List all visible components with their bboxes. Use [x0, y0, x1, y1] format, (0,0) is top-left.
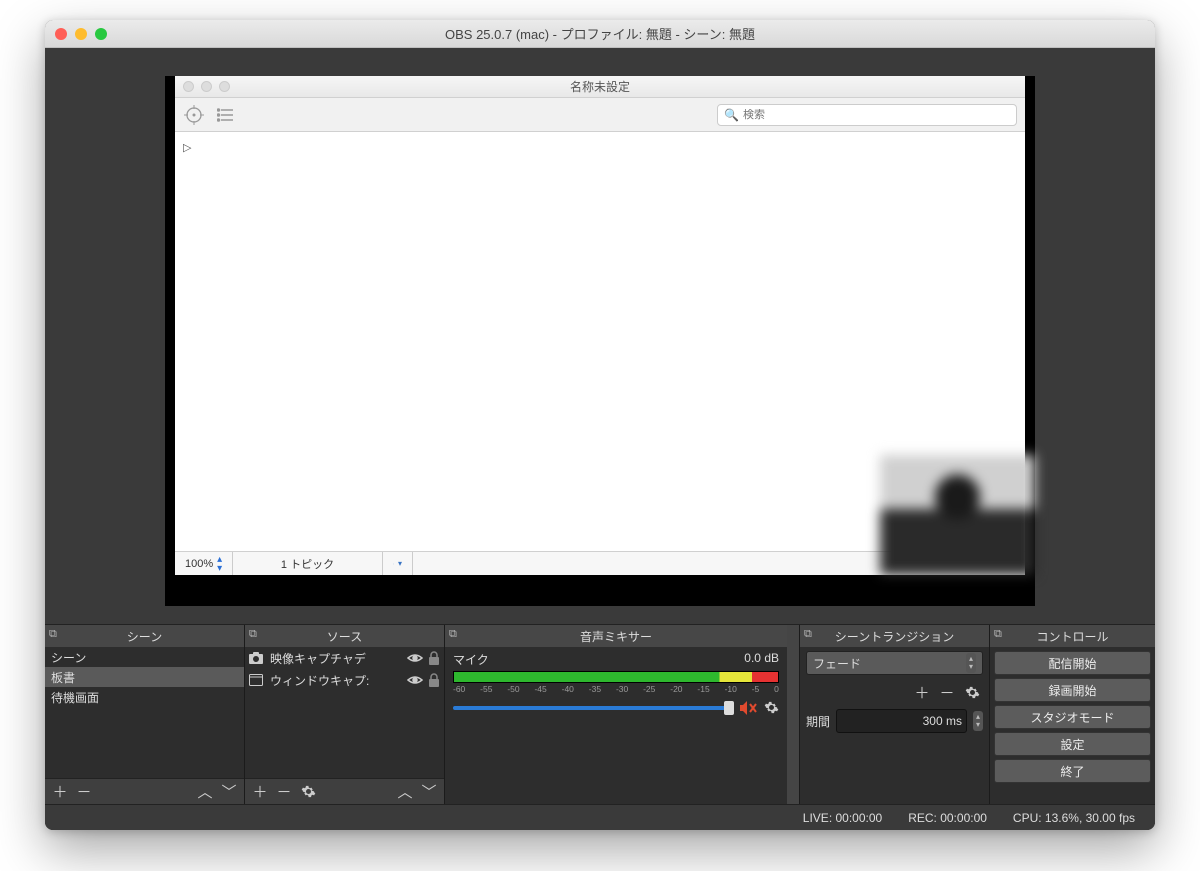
transition-select[interactable]: フェード ▴▾: [806, 651, 983, 675]
start-stream-button[interactable]: 配信開始: [994, 651, 1151, 675]
lock-icon[interactable]: [428, 673, 440, 687]
app-window: OBS 25.0.7 (mac) - プロファイル: 無題 - シーン: 無題 …: [45, 20, 1155, 830]
statusbar: LIVE: 00:00:00 REC: 00:00:00 CPU: 13.6%,…: [45, 804, 1155, 830]
preview-area: 名称未設定 🔍: [45, 48, 1155, 624]
channel-name: マイク: [453, 651, 489, 668]
panel-popout-icon[interactable]: ⧉: [449, 628, 457, 641]
remove-button[interactable]: －: [936, 681, 958, 703]
source-item[interactable]: ウィンドウキャプ:: [245, 669, 444, 691]
scenes-list[interactable]: シーン板書待機画面: [45, 647, 244, 778]
move-down-button[interactable]: ﹀: [418, 781, 440, 803]
docks-row: ⧉ シーン シーン板書待機画面 ＋ － ︿ ﹀ ⧉ ソース 映像キャプチ: [45, 624, 1155, 804]
window-title: OBS 25.0.7 (mac) - プロファイル: 無題 - シーン: 無題: [45, 24, 1155, 43]
scenes-panel: ⧉ シーン シーン板書待機画面 ＋ － ︿ ﹀: [45, 625, 245, 804]
scenes-title: シーン: [127, 628, 162, 645]
add-button[interactable]: ＋: [249, 781, 271, 803]
status-cpu: CPU: 13.6%, 30.00 fps: [1013, 811, 1135, 825]
settings-button[interactable]: 設定: [994, 732, 1151, 756]
source-label: 映像キャプチャデ: [270, 650, 366, 667]
mixer-title: 音声ミキサー: [580, 628, 652, 645]
disclosure-triangle-icon: ▷: [183, 142, 191, 154]
controls-panel: ⧉ コントロール 配信開始録画開始スタジオモード設定終了: [990, 625, 1155, 804]
transitions-title: シーントランジション: [835, 628, 954, 645]
status-rec: REC: 00:00:00: [908, 811, 987, 825]
transitions-panel: ⧉ シーントランジション フェード ▴▾ ＋ －: [800, 625, 990, 804]
duration-input[interactable]: 300 ms: [836, 709, 967, 733]
panel-popout-icon[interactable]: ⧉: [994, 628, 1002, 641]
titlebar[interactable]: OBS 25.0.7 (mac) - プロファイル: 無題 - シーン: 無題: [45, 20, 1155, 48]
sources-title: ソース: [327, 628, 362, 645]
list-icon: [215, 104, 237, 126]
source-item[interactable]: 映像キャプチャデ: [245, 647, 444, 669]
panel-popout-icon[interactable]: ⧉: [804, 628, 812, 641]
topic-cell: 1 トピック: [233, 552, 383, 575]
captured-titlebar: 名称未設定: [175, 76, 1025, 98]
target-icon: [183, 104, 205, 126]
captured-toolbar: 🔍: [175, 98, 1025, 132]
panel-popout-icon[interactable]: ⧉: [249, 628, 257, 641]
mixer-panel: ⧉ 音声ミキサー マイク 0.0 dB -60-55-50-45-40-35-3…: [445, 625, 800, 804]
meter-ticks: -60-55-50-45-40-35-30-25-20-15-10-50: [453, 684, 779, 694]
start-record-button[interactable]: 録画開始: [994, 678, 1151, 702]
search-icon: 🔍: [724, 108, 739, 122]
search-input[interactable]: [743, 109, 1010, 121]
channel-settings-icon[interactable]: [764, 700, 779, 715]
controls-title: コントロール: [1036, 628, 1108, 645]
status-live: LIVE: 00:00:00: [803, 811, 882, 825]
book-icon: ▾: [383, 552, 413, 575]
scene-item[interactable]: シーン: [45, 647, 244, 667]
camera-icon: [249, 652, 265, 664]
captured-title: 名称未設定: [175, 78, 1025, 95]
move-up-button[interactable]: ︿: [194, 781, 216, 803]
mute-icon[interactable]: [740, 701, 758, 715]
add-button[interactable]: ＋: [49, 781, 71, 803]
scene-item[interactable]: 待機画面: [45, 687, 244, 707]
add-button[interactable]: ＋: [911, 681, 933, 703]
properties-button[interactable]: [297, 781, 319, 803]
stepper-icon: ▴▾: [217, 555, 222, 573]
volume-slider[interactable]: [453, 706, 734, 710]
exit-button[interactable]: 終了: [994, 759, 1151, 783]
window-icon: [249, 674, 265, 686]
move-down-button[interactable]: ﹀: [218, 781, 240, 803]
camera-pip: [880, 455, 1035, 575]
content-area: 名称未設定 🔍: [45, 48, 1155, 830]
lock-icon[interactable]: [428, 651, 440, 665]
channel-db: 0.0 dB: [744, 651, 779, 668]
transition-settings-icon[interactable]: [961, 681, 983, 703]
remove-button[interactable]: －: [273, 781, 295, 803]
source-label: ウィンドウキャプ:: [270, 672, 369, 689]
audio-meter: [453, 671, 779, 683]
mixer-scrollbar[interactable]: [787, 625, 799, 804]
visibility-icon[interactable]: [407, 674, 423, 686]
preview-canvas[interactable]: 名称未設定 🔍: [165, 76, 1035, 606]
visibility-icon[interactable]: [407, 652, 423, 664]
panel-popout-icon[interactable]: ⧉: [49, 628, 57, 641]
mixer-channel: マイク 0.0 dB -60-55-50-45-40-35-30-25-20-1…: [445, 647, 787, 719]
search-field: 🔍: [717, 104, 1017, 126]
move-up-button[interactable]: ︿: [394, 781, 416, 803]
remove-button[interactable]: －: [73, 781, 95, 803]
stepper-icon[interactable]: ▴▾: [973, 711, 983, 731]
zoom-selector: 100% ▴▾: [175, 552, 233, 575]
sources-panel: ⧉ ソース 映像キャプチャデウィンドウキャプ: ＋ － ︿ ﹀: [245, 625, 445, 804]
sources-list[interactable]: 映像キャプチャデウィンドウキャプ:: [245, 647, 444, 778]
studio-mode-button[interactable]: スタジオモード: [994, 705, 1151, 729]
select-arrows-icon: ▴▾: [966, 653, 976, 673]
controls-body: 配信開始録画開始スタジオモード設定終了: [990, 647, 1155, 787]
scene-item[interactable]: 板書: [45, 667, 244, 687]
duration-label: 期間: [806, 713, 830, 730]
